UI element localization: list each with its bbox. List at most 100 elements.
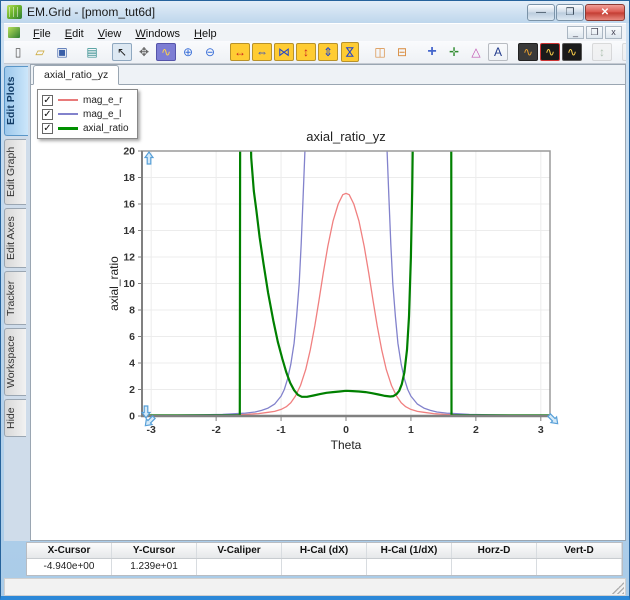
overlay-plot-icon[interactable]: ∿ — [518, 43, 538, 61]
x-tick-label: -1 — [276, 424, 285, 436]
chart-title: axial_ratio_yz — [306, 129, 386, 144]
cursor-table-value — [282, 559, 367, 575]
document-area: axial_ratio_yz ✓ mag_e_r ✓ mag_e_l ✓ axial_ra… — [30, 64, 626, 541]
pan-hand-icon[interactable]: ✥ — [134, 43, 154, 61]
mdi-close-button[interactable]: x — [605, 26, 622, 39]
menu-help[interactable]: Help — [187, 26, 224, 42]
y-tick-label: 2 — [129, 384, 135, 396]
text-annotation-icon[interactable]: A — [488, 43, 508, 61]
y-tick-label: 16 — [123, 199, 135, 211]
side-tab-hide[interactable]: Hide — [4, 399, 26, 437]
y-tick-label: 8 — [129, 305, 135, 317]
window-controls: — ❐ ✕ — [527, 4, 625, 21]
tracker-axes-icon[interactable]: ✛ — [444, 43, 464, 61]
y-tick-label: 4 — [129, 358, 135, 370]
gap-vertical-icon: ↕ — [592, 43, 612, 61]
fit-vertical-icon[interactable]: ⋈ — [341, 42, 359, 62]
new-document-icon[interactable]: ▯ — [8, 43, 28, 61]
x-tick-label: 1 — [408, 424, 414, 436]
y-tick-label: 18 — [123, 172, 135, 184]
cursor-table-value-row: -4.940e+001.239e+01 — [27, 559, 622, 575]
menu-edit[interactable]: Edit — [58, 26, 91, 42]
compress-horizontal-icon[interactable]: ⇔ — [252, 43, 272, 61]
save-icon[interactable]: ▣ — [52, 43, 72, 61]
cursor-table-value: -4.940e+00 — [27, 559, 112, 575]
legend-checkbox-mag_e_l[interactable]: ✓ — [42, 109, 53, 120]
menu-view[interactable]: View — [91, 26, 129, 42]
plot-style-active-icon[interactable]: ∿ — [540, 43, 560, 61]
legend-line-sample — [58, 113, 78, 115]
zoom-out-icon[interactable]: ⊖ — [200, 43, 220, 61]
menu-file[interactable]: File — [26, 26, 58, 42]
zoom-window-icon[interactable]: ∿ — [156, 43, 176, 61]
x-tick-label: -2 — [211, 424, 220, 436]
side-tab-edit-graph[interactable]: Edit Graph — [4, 139, 26, 205]
expand-horizontal-icon[interactable]: ↔ — [230, 43, 250, 61]
cursor-readout-table: X-CursorY-CursorV-CaliperH-Cal (dX)H-Cal… — [26, 542, 623, 576]
cursor-table-header: H-Cal (dX) — [282, 543, 367, 558]
legend-label: mag_e_r — [83, 95, 122, 106]
legend-checkbox-mag_e_r[interactable]: ✓ — [42, 95, 53, 106]
expand-vertical-icon[interactable]: ↕ — [296, 43, 316, 61]
legend-item: ✓ mag_e_r — [42, 93, 129, 107]
cursor-table-header: V-Caliper — [197, 543, 282, 558]
x-tick-label: 0 — [343, 424, 349, 436]
toolbar: ▯▱▣▤↖✥∿⊕⊖↔⇔⋈↕⇕⋈◫⊟+✛△A∿∿∿↕↔ ≡ Layout — [4, 41, 626, 64]
x-tick-label: 3 — [538, 424, 544, 436]
y-tick-label: 20 — [123, 146, 135, 158]
minimize-button[interactable]: — — [527, 4, 555, 21]
mdi-controls: _ ❐ x — [567, 26, 622, 39]
side-tab-edit-plots[interactable]: Edit Plots — [4, 66, 28, 136]
menu-windows[interactable]: Windows — [128, 26, 187, 42]
split-vertical-icon[interactable]: ◫ — [370, 43, 390, 61]
side-tab-workspace[interactable]: Workspace — [4, 328, 26, 396]
cursor-table-header: Vert-D — [537, 543, 622, 558]
x-tick-label: 2 — [473, 424, 479, 436]
cursor-table-header: H-Cal (1/dX) — [367, 543, 452, 558]
resize-grip[interactable] — [612, 582, 624, 594]
gap-horizontal-icon: ↔ — [622, 43, 626, 61]
tab-axial-ratio-yz[interactable]: axial_ratio_yz — [33, 65, 119, 85]
mdi-restore-button[interactable]: ❐ — [586, 26, 603, 39]
app-window: EM.Grid - [pmom_tut6d] — ❐ ✕ FileEditVie… — [0, 0, 630, 600]
y-tick-label: 0 — [129, 411, 135, 423]
cursor-table-header: Horz-D — [452, 543, 537, 558]
menu-bar: FileEditViewWindowsHelp _ ❐ x — [4, 23, 626, 41]
side-tab-strip: Edit Plots Edit Graph Edit Axes Tracker Work… — [4, 64, 30, 541]
print-icon[interactable]: ▤ — [82, 43, 102, 61]
mdi-minimize-button[interactable]: _ — [567, 26, 584, 39]
compress-vertical-icon[interactable]: ⇕ — [318, 43, 338, 61]
cursor-table-value: 1.239e+01 — [112, 559, 197, 575]
y-tick-label: 6 — [129, 331, 135, 343]
status-bar — [4, 578, 626, 596]
cursor-table-value — [367, 559, 452, 575]
cursor-table-header: Y-Cursor — [112, 543, 197, 558]
main-content: Edit Plots Edit Graph Edit Axes Tracker Work… — [4, 64, 626, 541]
legend-line-sample — [58, 99, 78, 101]
zoom-in-icon[interactable]: ⊕ — [178, 43, 198, 61]
cursor-table-value — [197, 559, 282, 575]
legend-label: axial_ratio — [83, 123, 129, 134]
y-tick-label: 14 — [123, 225, 135, 237]
cross-marker-icon[interactable]: + — [422, 43, 442, 61]
legend-checkbox-axial_ratio[interactable]: ✓ — [42, 123, 53, 134]
select-arrow-icon[interactable]: ↖ — [112, 43, 132, 61]
window-title: EM.Grid - [pmom_tut6d] — [27, 5, 527, 19]
fit-horizontal-icon[interactable]: ⋈ — [274, 43, 294, 61]
plot-style-icon[interactable]: ∿ — [562, 43, 582, 61]
caliper-triangle-icon[interactable]: △ — [466, 43, 486, 61]
close-button[interactable]: ✕ — [585, 4, 625, 21]
mdi-document-icon — [8, 27, 20, 38]
maximize-button[interactable]: ❐ — [556, 4, 584, 21]
legend-item: ✓ mag_e_l — [42, 107, 129, 121]
side-tab-edit-axes[interactable]: Edit Axes — [4, 208, 26, 268]
split-horizontal-icon[interactable]: ⊟ — [392, 43, 412, 61]
x-axis-label: Theta — [331, 438, 362, 452]
legend-label: mag_e_l — [83, 109, 121, 120]
cursor-table-header: X-Cursor — [27, 543, 112, 558]
chart-svg[interactable]: 02468101214161820-3-2-10123axial_ratio_y… — [106, 125, 606, 475]
title-bar: EM.Grid - [pmom_tut6d] — ❐ ✕ — [1, 1, 629, 23]
side-tab-tracker[interactable]: Tracker — [4, 271, 26, 325]
open-folder-icon[interactable]: ▱ — [30, 43, 50, 61]
legend-line-sample — [58, 127, 78, 130]
